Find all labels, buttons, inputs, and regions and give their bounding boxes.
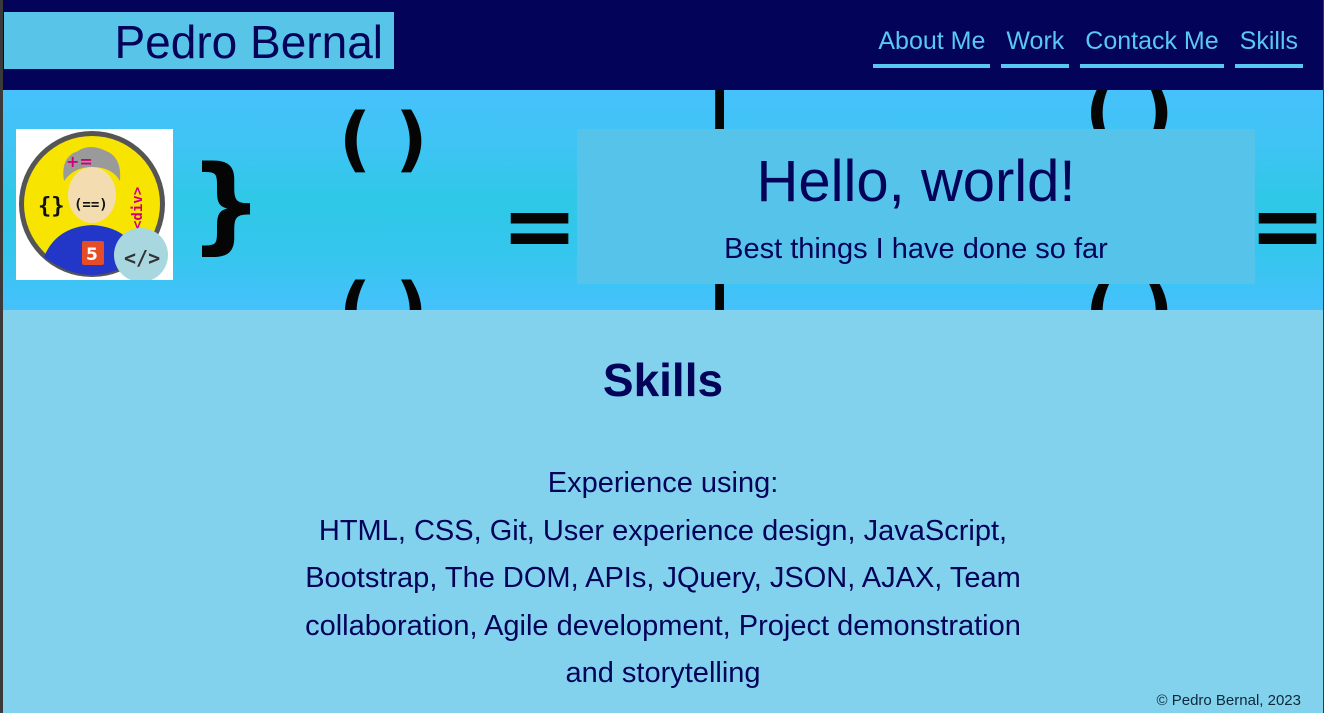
svg-text:<div>: <div> (130, 187, 146, 229)
developer-avatar-icon: += (==) {} <div> 5 </> (16, 129, 173, 282)
hero-title: Hello, world! (756, 149, 1076, 214)
page: Pedro Bernal About Me Work Contack Me Sk… (3, 0, 1323, 713)
brace-glyph: } (189, 143, 264, 265)
skills-section: Skills Experience using: HTML, CSS, Git,… (3, 310, 1323, 713)
svg-text:+=: += (66, 152, 93, 171)
parens-glyph: ( ) (339, 98, 428, 180)
hero-banner: } ( ) ( ) = | | ( ) ( ) = += (==) {} <di… (3, 90, 1323, 310)
svg-text:{}: {} (38, 194, 65, 219)
svg-text:5: 5 (86, 245, 98, 265)
avatar-illustration-icon: += (==) {} <div> 5 </> (19, 131, 168, 282)
equals-glyph: = (501, 172, 579, 279)
svg-text:(==): (==) (74, 197, 108, 213)
nav-about-me[interactable]: About Me (873, 26, 991, 68)
skills-description: Experience using: HTML, CSS, Git, User e… (283, 460, 1043, 698)
skills-intro: Experience using: (547, 467, 779, 499)
site-header: Pedro Bernal About Me Work Contack Me Sk… (3, 0, 1323, 90)
nav-skills[interactable]: Skills (1234, 26, 1303, 68)
equals-glyph: = (1249, 172, 1323, 279)
nav-work[interactable]: Work (1001, 26, 1070, 68)
parens-glyph: ( ) (339, 268, 428, 310)
main-nav: About Me Work Contack Me Skills (873, 26, 1303, 68)
svg-text:</>: </> (124, 246, 160, 270)
nav-contact-me[interactable]: Contack Me (1080, 26, 1224, 68)
brand-title[interactable]: Pedro Bernal (4, 12, 394, 69)
footer-copyright: © Pedro Bernal, 2023 (1156, 692, 1301, 709)
hero-jumbotron: Hello, world! Best things I have done so… (577, 129, 1255, 284)
hero-subtitle: Best things I have done so far (724, 233, 1108, 265)
skills-heading: Skills (602, 354, 724, 406)
skills-list: HTML, CSS, Git, User experience design, … (305, 514, 1021, 690)
